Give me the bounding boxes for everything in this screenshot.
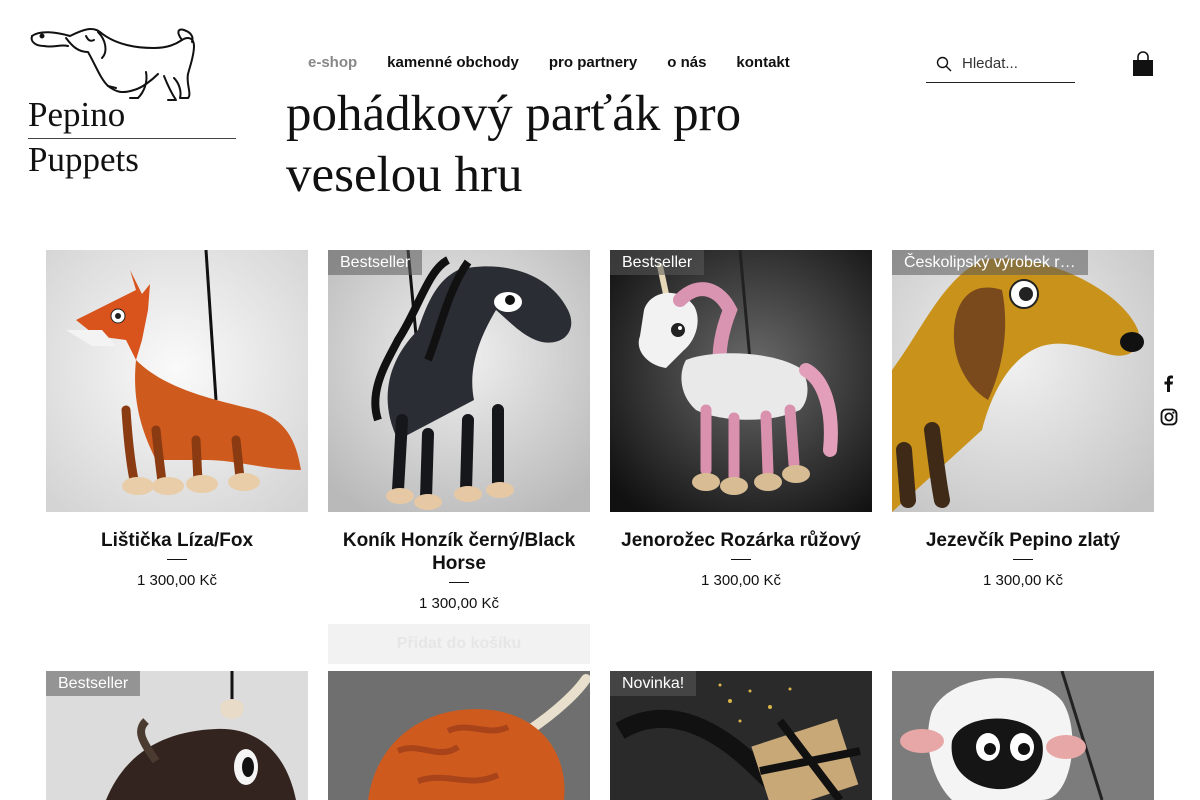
product-price: 1 300,00 Kč: [982, 572, 1064, 589]
divider: [731, 559, 751, 560]
product-title[interactable]: Jenorožec Rozárka růžový: [610, 529, 872, 552]
product-price: 1 300,00 Kč: [136, 572, 218, 589]
product-card[interactable]: Českolipský výrobek r… Jezevčík Pepino z…: [892, 250, 1154, 589]
product-card[interactable]: Lištička Líza/Fox 1 300,00 Kč: [46, 250, 308, 589]
brand-line-2: Puppets: [28, 140, 139, 179]
shopping-bag-icon[interactable]: [1132, 51, 1154, 77]
product-title[interactable]: Lištička Líza/Fox: [46, 529, 308, 552]
facebook-icon[interactable]: [1160, 374, 1178, 392]
instagram-icon[interactable]: [1160, 408, 1178, 426]
product-card[interactable]: Bestseller Jenorožec Rozárka růžový 1 30…: [610, 250, 872, 589]
nav-item-contact[interactable]: kontakt: [736, 54, 789, 71]
product-image-sheep[interactable]: [892, 671, 1154, 800]
nav-item-partners[interactable]: pro partnery: [549, 54, 637, 71]
divider: [167, 559, 187, 560]
product-image-fox[interactable]: [46, 250, 308, 512]
product-image-dachshund[interactable]: Českolipský výrobek r…: [892, 250, 1154, 512]
product-card[interactable]: [892, 671, 1154, 800]
nav-item-stores[interactable]: kamenné obchody: [387, 54, 519, 71]
logo-dog-illustration[interactable]: [26, 22, 198, 102]
nav-item-eshop[interactable]: e-shop: [308, 54, 357, 71]
product-image-black-horse[interactable]: Bestseller: [328, 250, 590, 512]
product-title[interactable]: Jezevčík Pepino zlatý: [892, 529, 1154, 552]
product-image-dark-animal[interactable]: Bestseller: [46, 671, 308, 800]
divider: [449, 582, 469, 583]
brand-name[interactable]: Pepino Puppets: [28, 94, 236, 181]
search-input[interactable]: [962, 55, 1072, 72]
product-badge: Bestseller: [46, 671, 141, 696]
product-image-highland-cow[interactable]: [328, 671, 590, 800]
product-image-unicorn[interactable]: Bestseller: [610, 250, 872, 512]
product-title[interactable]: Koník Honzík černý/Black Horse: [328, 529, 590, 575]
product-image-gift[interactable]: Novinka!: [610, 671, 872, 800]
product-badge: Českolipský výrobek r…: [892, 250, 1088, 275]
search-icon[interactable]: [936, 56, 952, 72]
product-card[interactable]: Bestseller: [46, 671, 308, 800]
search-bar: [926, 45, 1075, 83]
product-price: 1 300,00 Kč: [418, 595, 500, 612]
product-badge: Bestseller: [610, 250, 705, 275]
product-card[interactable]: Novinka!: [610, 671, 872, 800]
product-badge: Novinka!: [610, 671, 697, 696]
brand-line-1: Pepino: [28, 94, 236, 139]
product-price: 1 300,00 Kč: [700, 572, 782, 589]
main-nav: e-shop kamenné obchody pro partnery o ná…: [308, 54, 820, 71]
nav-item-about[interactable]: o nás: [667, 54, 706, 71]
product-badge: Bestseller: [328, 250, 423, 275]
divider: [1013, 559, 1033, 560]
product-card[interactable]: Bestseller Koník Honzík černý/Black Hors…: [328, 250, 590, 612]
page-headline: pohádkový parťák pro veselou hru: [286, 86, 742, 203]
add-to-cart-button[interactable]: Přidat do košíku: [328, 624, 590, 664]
product-card[interactable]: [328, 671, 590, 800]
